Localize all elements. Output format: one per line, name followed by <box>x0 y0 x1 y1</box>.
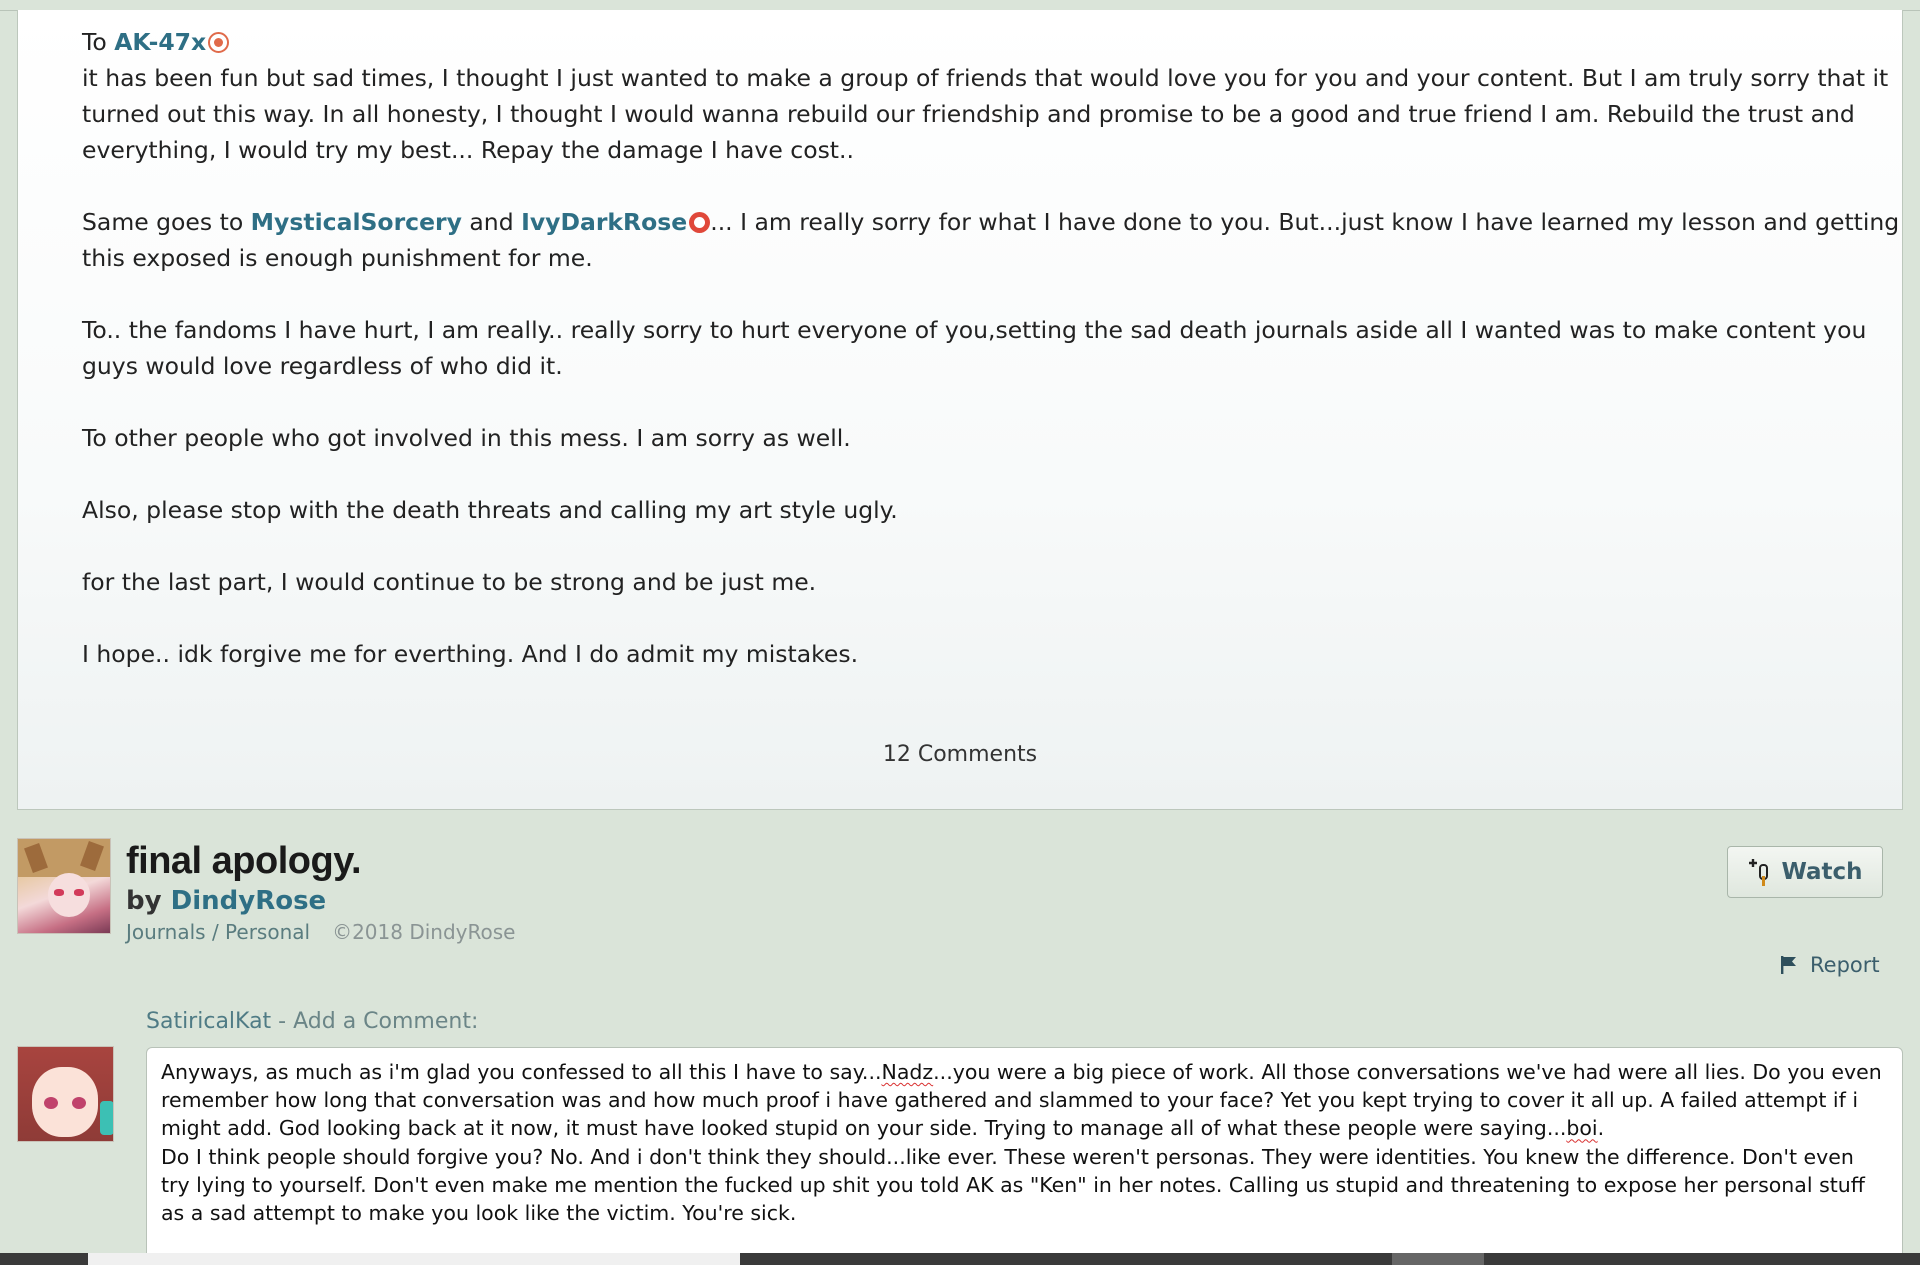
journal-paragraph-4: To other people who got involved in this… <box>82 424 851 452</box>
byline: by DindyRose <box>126 886 326 916</box>
user-link-ak47x[interactable]: AK-47x <box>114 28 206 56</box>
horizontal-scrollbar[interactable] <box>0 1253 1920 1265</box>
user-link-mysticalsorcery[interactable]: MysticalSorcery <box>251 208 462 236</box>
star-badge-icon <box>208 32 230 53</box>
misspelled-word: boi <box>1566 1116 1598 1141</box>
para2-prefix: Same goes to <box>82 208 251 236</box>
report-button[interactable]: Report <box>1780 953 1880 977</box>
commenter-avatar[interactable] <box>17 1046 114 1142</box>
to-prefix: To <box>82 28 115 56</box>
author-link[interactable]: DindyRose <box>171 886 327 916</box>
journal-body: To AK-47x it has been fun but sad times,… <box>82 24 1902 672</box>
by-label: by <box>126 886 171 916</box>
watch-label: Watch <box>1781 859 1863 885</box>
add-comment-label: SatiricalKat - Add a Comment: <box>146 1009 478 1034</box>
comment-paragraph-1: Anyways, as much as i'm glad you confess… <box>161 1058 1888 1143</box>
commenter-link[interactable]: SatiricalKat <box>146 1009 271 1034</box>
report-label: Report <box>1810 953 1880 977</box>
journal-content-box: To AK-47x it has been fun but sad times,… <box>17 10 1903 810</box>
breadcrumb: Journals / Personal ©2018 DindyRose <box>126 920 515 944</box>
journal-paragraph-6: for the last part, I would continue to b… <box>82 568 817 596</box>
watch-plus-icon <box>1747 857 1773 887</box>
add-comment-suffix: - Add a Comment: <box>271 1009 479 1034</box>
flag-icon <box>1781 956 1796 974</box>
para2-and: and <box>461 208 522 236</box>
category-journals[interactable]: Journals <box>126 920 206 944</box>
comments-count-link[interactable]: 12 Comments <box>18 742 1902 767</box>
journal-paragraph-1: it has been fun but sad times, I thought… <box>82 64 1889 164</box>
journal-paragraph-3: To.. the fandoms I have hurt, I am reall… <box>82 316 1867 380</box>
category-separator: / <box>205 920 226 944</box>
copyright-text: ©2018 DindyRose <box>332 920 516 944</box>
scrollbar-thumb[interactable] <box>88 1253 740 1265</box>
watch-button[interactable]: Watch <box>1727 846 1883 898</box>
user-link-ivydarkrose[interactable]: IvyDarkRose <box>521 208 687 236</box>
journal-paragraph-2: Same goes to MysticalSorcery and IvyDark… <box>82 204 1902 276</box>
category-personal[interactable]: Personal <box>225 920 310 944</box>
misspelled-word: Nadz <box>881 1060 934 1084</box>
ring-badge-icon <box>689 212 711 233</box>
journal-paragraph-7: I hope.. idk forgive me for everthing. A… <box>82 640 859 668</box>
journal-paragraph-5: Also, please stop with the death threats… <box>82 496 898 524</box>
comment-text-c: . <box>1597 1116 1605 1141</box>
journal-greeting: To AK-47x <box>82 24 1902 60</box>
author-avatar[interactable] <box>17 838 111 934</box>
comment-paragraph-2: Do I think people should forgive you? No… <box>161 1144 1865 1226</box>
scrollbar-segment <box>1392 1253 1484 1265</box>
comment-textarea[interactable]: Anyways, as much as i'm glad you confess… <box>146 1047 1903 1265</box>
comment-text-a: Anyways, as much as i'm glad you confess… <box>161 1060 882 1084</box>
page-title: final apology. <box>126 840 362 882</box>
